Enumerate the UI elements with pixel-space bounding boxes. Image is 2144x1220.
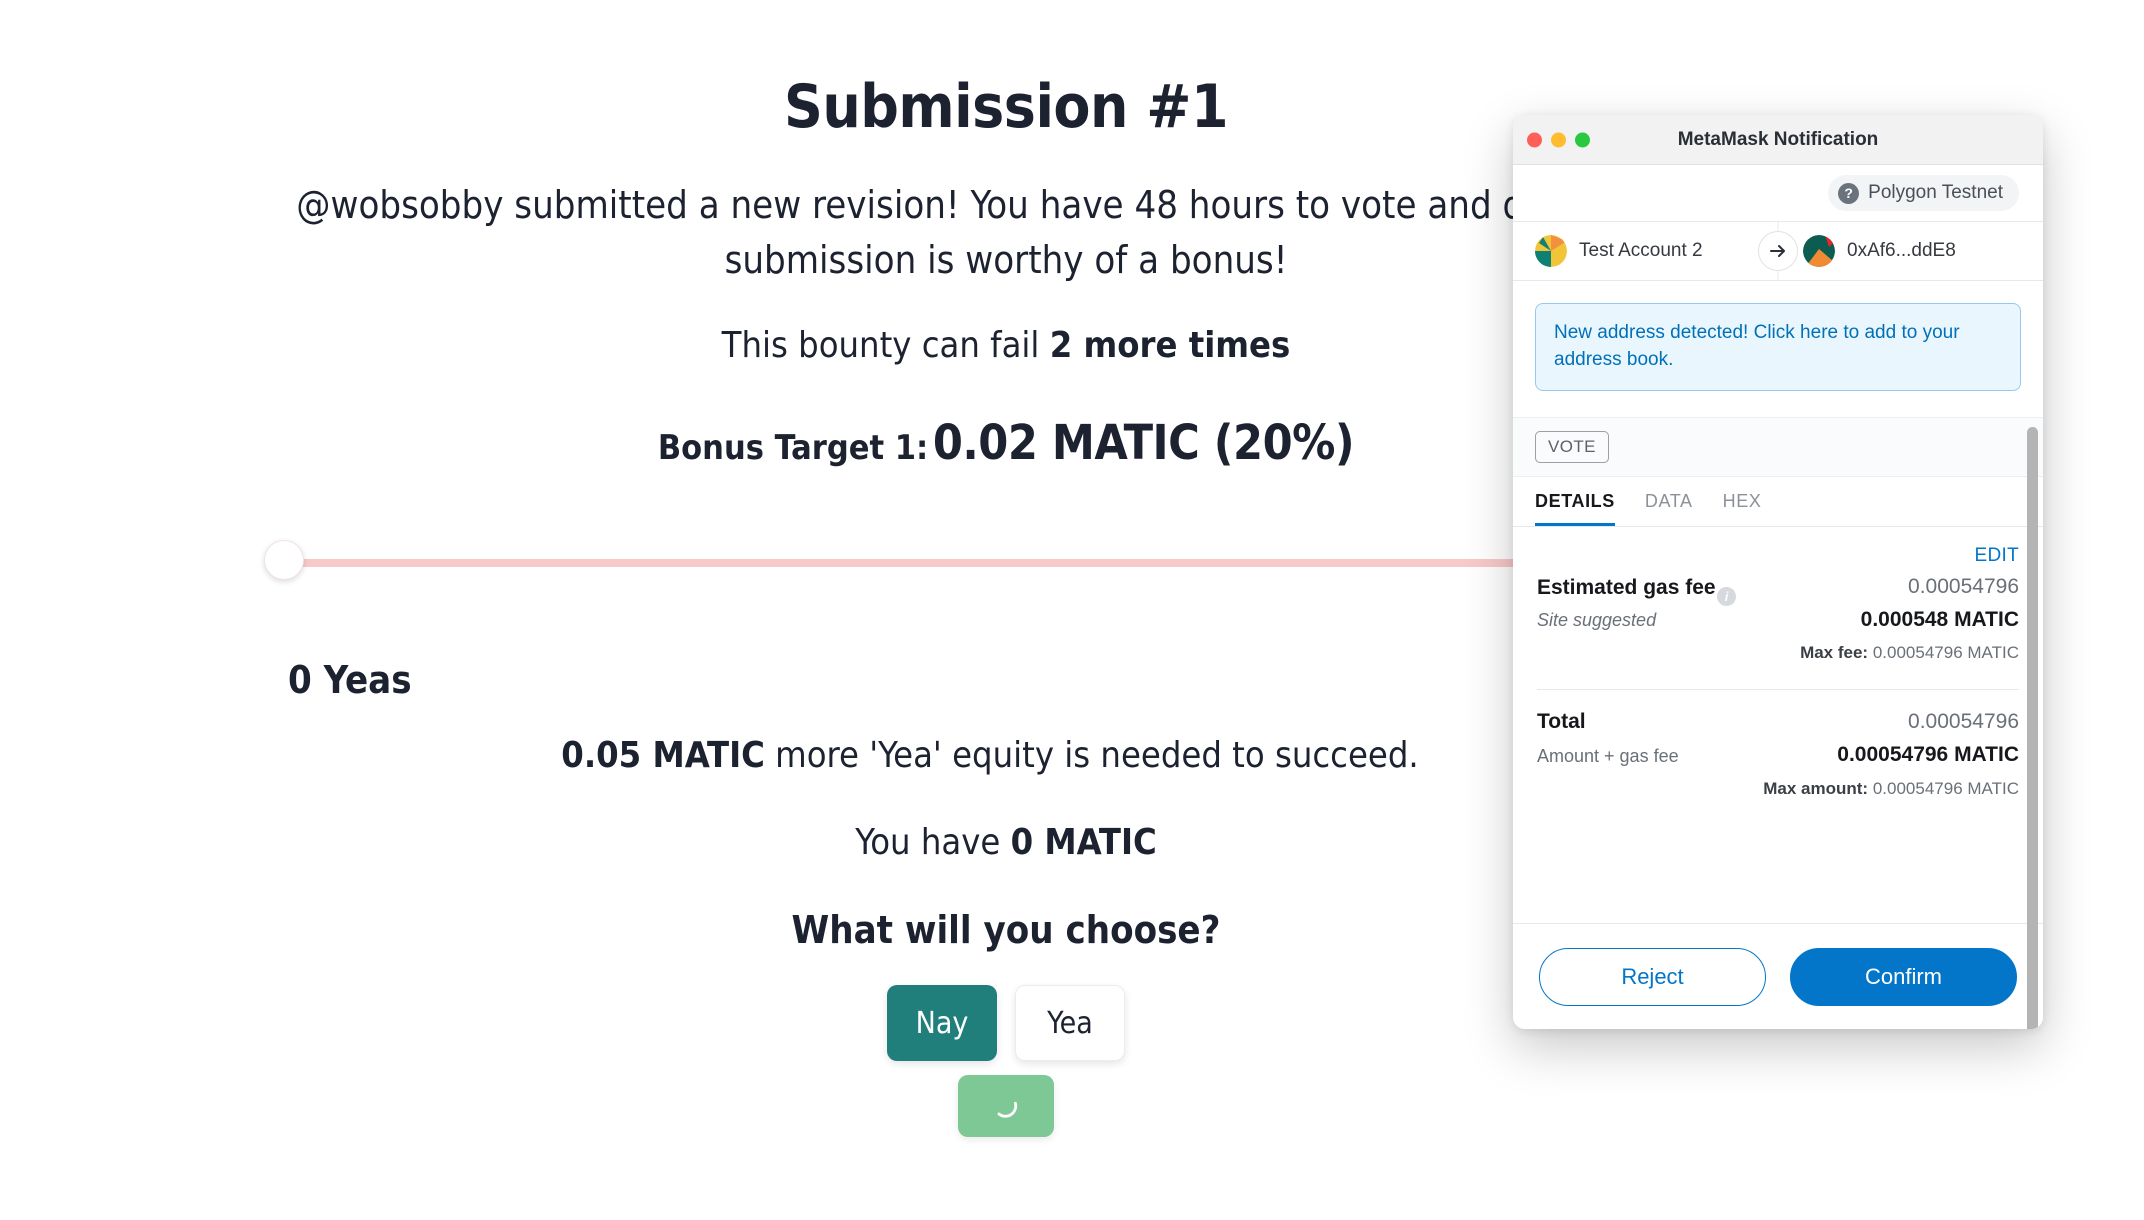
- window-controls: [1527, 132, 1590, 147]
- recipient-avatar: [1803, 235, 1835, 267]
- tab-data[interactable]: DATA: [1645, 491, 1693, 526]
- submit-vote-row: [0, 1075, 2012, 1137]
- vote-yea-button[interactable]: Yea: [1015, 985, 1125, 1061]
- gas-fee-labels: Estimated gas fee Site suggested: [1537, 575, 1717, 631]
- edit-gas-link[interactable]: EDIT: [1975, 545, 2019, 566]
- recipient-address: 0xAf6...ddE8: [1847, 240, 1956, 261]
- total-labels: Total Amount + gas fee: [1537, 710, 1747, 767]
- gas-fee-native: 0.00054796: [1908, 574, 2019, 598]
- bonus-target-label: Bonus Target 1:: [657, 428, 929, 468]
- tab-hex[interactable]: HEX: [1723, 491, 1762, 526]
- sender-account-name: Test Account 2: [1579, 240, 1703, 261]
- confirm-button[interactable]: Confirm: [1790, 947, 2017, 1006]
- equity-amount: 0.05 MATIC: [561, 735, 765, 776]
- transaction-tabs: DETAILS DATA HEX: [1513, 477, 2043, 527]
- gas-fee-subtitle: Site suggested: [1537, 609, 1657, 630]
- total-amount: 0.00054796 MATIC: [1837, 742, 2019, 766]
- method-badge: VOTE: [1535, 430, 1609, 463]
- gas-max-fee: Max fee: 0.00054796 MATIC: [1736, 643, 2019, 663]
- gas-max-fee-label: Max fee:: [1800, 642, 1869, 662]
- gas-fee-title: Estimated gas fee: [1537, 575, 1716, 599]
- zoom-button[interactable]: [1575, 132, 1590, 147]
- spinner-icon: [997, 1101, 1018, 1118]
- fail-count-value: 2 more times: [1049, 325, 1291, 366]
- total-block: Total Amount + gas fee 0.00054796 0.0005…: [1513, 690, 2043, 799]
- total-max-label: Max amount:: [1763, 778, 1869, 798]
- question-mark-icon: ?: [1838, 182, 1860, 204]
- gas-fee-values: 0.00054796 0.000548 MATIC Max fee: 0.000…: [1736, 575, 2019, 663]
- balance-amount: 0 MATIC: [1010, 822, 1157, 863]
- vertical-scrollbar[interactable]: [2027, 427, 2038, 1029]
- total-max-amount: Max amount: 0.00054796 MATIC: [1747, 779, 2019, 799]
- bonus-target-value: 0.02 MATIC (20%): [932, 415, 1355, 471]
- slider-handle[interactable]: [264, 540, 304, 580]
- reject-button[interactable]: Reject: [1539, 947, 1766, 1006]
- accounts-row: Test Account 2 0xAf6...ddE8: [1513, 221, 2043, 281]
- gas-max-fee-value: 0.00054796 MATIC: [1872, 642, 2019, 662]
- close-button[interactable]: [1527, 132, 1542, 147]
- confirmation-footer: Reject Confirm: [1513, 923, 2043, 1029]
- vote-nay-button[interactable]: Nay: [887, 985, 997, 1061]
- equity-rest-text: more 'Yea' equity is needed to succeed.: [764, 735, 1419, 776]
- sender-avatar: [1535, 235, 1567, 267]
- arrow-right-icon: [1758, 231, 1798, 271]
- tab-details[interactable]: DETAILS: [1535, 491, 1615, 526]
- metamask-body: ? Polygon Testnet Test Account 2 0xAf6..…: [1513, 165, 2043, 1029]
- fail-prefix-text: This bounty can fail: [721, 325, 1050, 366]
- total-values: 0.00054796 0.00054796 MATIC Max amount: …: [1747, 710, 2019, 799]
- metamask-notification-window: MetaMask Notification ? Polygon Testnet: [1513, 115, 2043, 1029]
- method-badge-row: VOTE: [1513, 416, 2043, 477]
- network-selector[interactable]: ? Polygon Testnet: [1828, 175, 2019, 211]
- gas-fee-amount: 0.000548 MATIC: [1860, 607, 2019, 631]
- recipient-account[interactable]: 0xAf6...ddE8: [1775, 235, 2043, 267]
- new-address-notice[interactable]: New address detected! Click here to add …: [1535, 303, 2021, 391]
- gas-fee-block: Estimated gas fee Site suggested i 0.000…: [1513, 567, 2043, 663]
- screen: Submission #1 @wobsobby submitted a new …: [0, 0, 2144, 1220]
- transaction-scroll-area: New address detected! Click here to add …: [1513, 281, 2043, 923]
- yeas-count: 0 Yeas: [288, 658, 412, 702]
- balance-prefix-text: You have: [855, 822, 1011, 863]
- window-titlebar: MetaMask Notification: [1513, 115, 2043, 165]
- total-max-value: 0.00054796 MATIC: [1872, 778, 2019, 798]
- total-native: 0.00054796: [1908, 709, 2019, 733]
- total-title: Total: [1537, 709, 1586, 733]
- edit-gas-row: EDIT: [1513, 527, 2043, 567]
- network-row: ? Polygon Testnet: [1513, 165, 2043, 221]
- submit-vote-button[interactable]: [958, 1075, 1054, 1137]
- sender-account[interactable]: Test Account 2: [1513, 235, 1775, 267]
- network-name: Polygon Testnet: [1868, 182, 2003, 203]
- window-title: MetaMask Notification: [1677, 128, 1879, 150]
- minimize-button[interactable]: [1551, 132, 1566, 147]
- info-icon[interactable]: i: [1717, 586, 1736, 606]
- total-subtitle: Amount + gas fee: [1537, 745, 1679, 766]
